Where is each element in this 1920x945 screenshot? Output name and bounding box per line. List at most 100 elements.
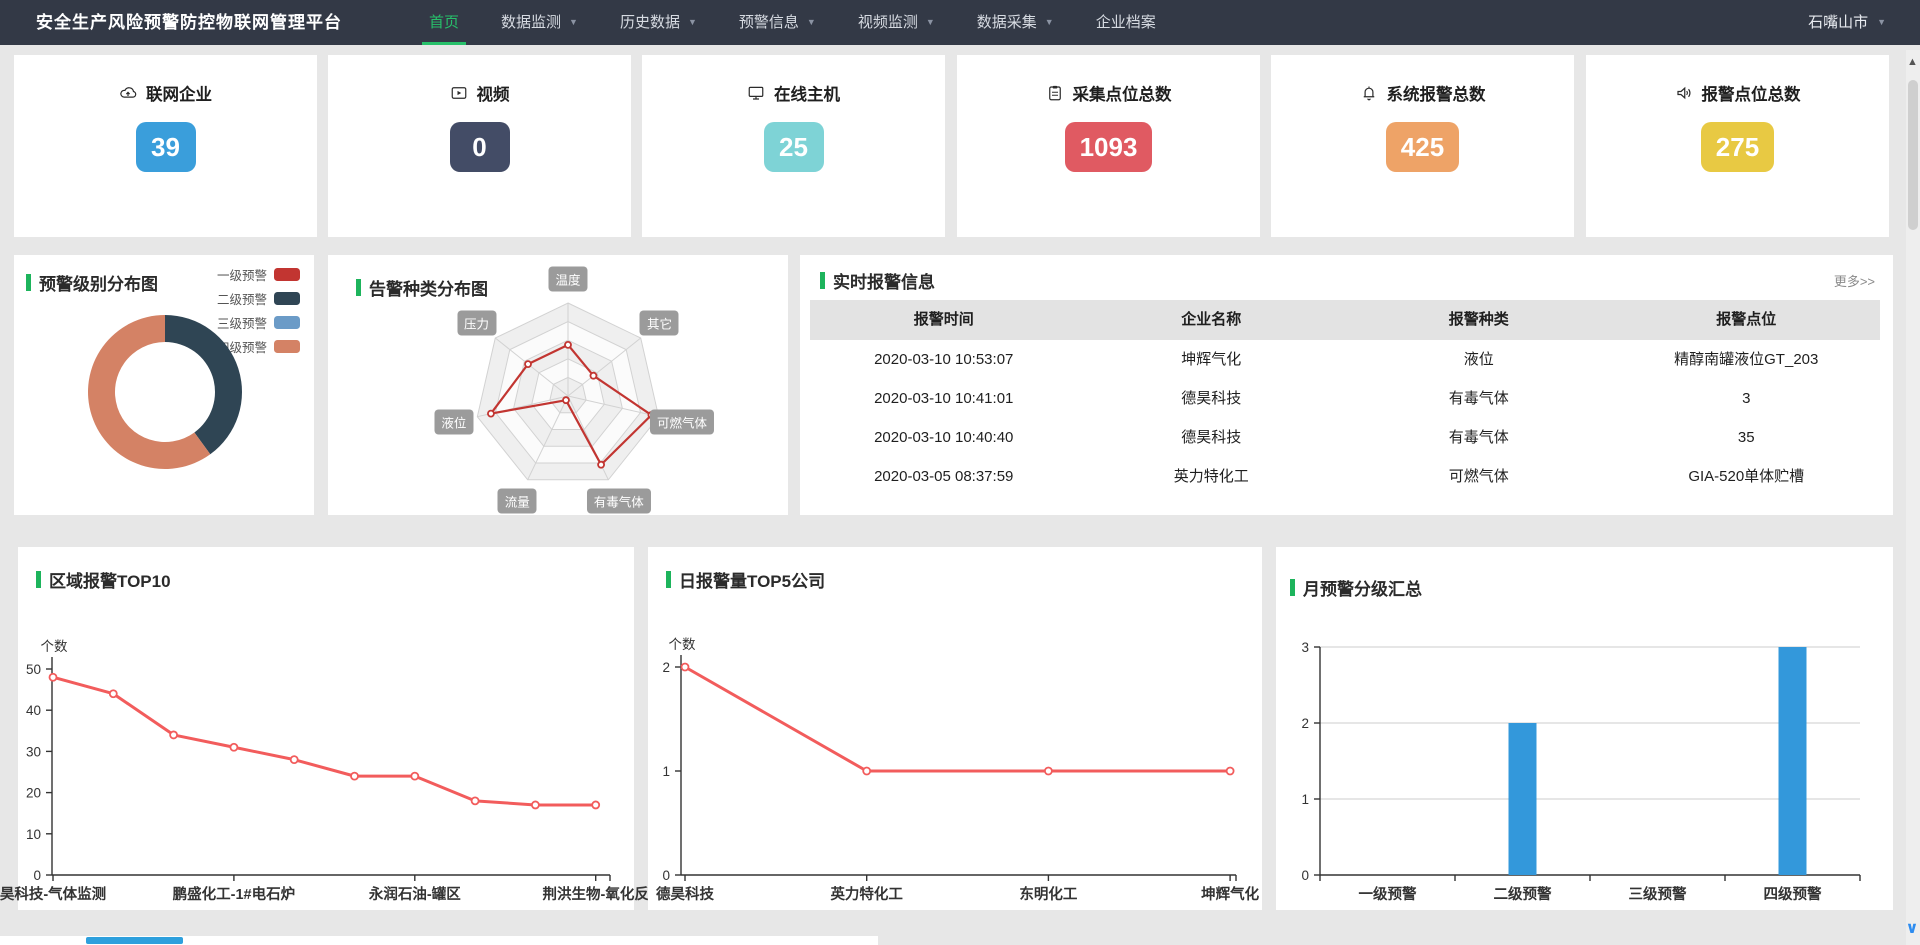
cell-alarm-point: 精醇南罐液位GT_203 <box>1613 340 1881 379</box>
chevron-down-icon: ▼ <box>1045 0 1054 45</box>
radar-axis-label: 温度 <box>548 267 587 292</box>
active-underline <box>422 42 466 45</box>
svg-text:一级预警: 一级预警 <box>1359 885 1417 903</box>
svg-text:二级预警: 二级预警 <box>1494 885 1552 903</box>
green-accent-bar <box>820 272 825 289</box>
nav-menu: 首页数据监测▼历史数据▼预警信息▼视频监测▼数据采集▼企业档案 <box>408 0 1177 45</box>
svg-text:50: 50 <box>26 662 41 677</box>
stat-label: 系统报警总数 <box>1387 81 1486 105</box>
chevron-down-icon: ▼ <box>1877 0 1886 45</box>
scrollbar-thumb[interactable] <box>1908 80 1918 230</box>
speaker-icon <box>1675 84 1693 102</box>
chevron-down-icon: ▼ <box>569 0 578 45</box>
svg-text:0: 0 <box>1301 868 1309 883</box>
cloud-icon <box>119 84 137 102</box>
nav-item-video-monitoring[interactable]: 视频监测▼ <box>837 0 956 45</box>
radar-axis-label: 有毒气体 <box>587 489 651 514</box>
svg-text:昊科技-气体监测: 昊科技-气体监测 <box>0 885 106 903</box>
svg-text:德昊科技: 德昊科技 <box>656 885 714 903</box>
nav-item-label: 企业档案 <box>1096 0 1156 45</box>
nav-item-home[interactable]: 首页 <box>408 0 480 45</box>
svg-text:3: 3 <box>1301 640 1309 655</box>
cell-alarm-type: 有毒气体 <box>1345 379 1613 418</box>
region-selector[interactable]: 石嘴山市 ▼ <box>1808 0 1886 45</box>
stat-card-header: 系统报警总数 <box>1360 81 1486 105</box>
chevron-down-icon: ▼ <box>688 0 697 45</box>
radar-axis-label: 压力 <box>457 311 496 336</box>
column-header: 报警时间 <box>810 300 1078 340</box>
bell-icon <box>1360 84 1378 102</box>
svg-text:个数: 个数 <box>41 639 68 654</box>
svg-text:2: 2 <box>662 660 670 675</box>
panel-realtime-alarms: 实时报警信息 更多>> 报警时间企业名称报警种类报警点位 2020-03-10 … <box>800 255 1893 515</box>
table-row[interactable]: 2020-03-10 10:53:07坤辉气化液位精醇南罐液位GT_203 <box>810 340 1880 379</box>
dashboard-page: 安全生产风险预警防控物联网管理平台 首页数据监测▼历史数据▼预警信息▼视频监测▼… <box>0 0 1920 945</box>
more-link[interactable]: 更多>> <box>1834 271 1875 290</box>
svg-text:英力特化工: 英力特化工 <box>830 885 903 903</box>
top-nav: 安全生产风险预警防控物联网管理平台 首页数据监测▼历史数据▼预警信息▼视频监测▼… <box>0 0 1920 45</box>
svg-text:0: 0 <box>662 868 670 883</box>
panel-alarm-type-distribution: 告警种类分布图 温度其它可燃气体有毒气体流量液位压力 <box>328 255 788 515</box>
column-header: 企业名称 <box>1078 300 1346 340</box>
monthly-alert-bar-chart: 0123一级预警二级预警三级预警四级预警 <box>1276 547 1893 910</box>
svg-text:四级预警: 四级预警 <box>1764 885 1822 903</box>
table-header-row: 报警时间企业名称报警种类报警点位 <box>810 300 1880 340</box>
nav-item-label: 历史数据 <box>620 0 680 45</box>
nav-item-enterprise-archive[interactable]: 企业档案 <box>1075 0 1177 45</box>
cell-alarm-point: 3 <box>1613 379 1881 418</box>
next-section-sliver <box>0 936 878 945</box>
panel-alert-level-distribution: 预警级别分布图 一级预警二级预警三级预警四级预警 <box>14 255 314 515</box>
table-row[interactable]: 2020-03-05 08:37:59英力特化工可燃气体GIA-520单体贮槽 <box>810 457 1880 496</box>
realtime-alarm-table: 报警时间企业名称报警种类报警点位 2020-03-10 10:53:07坤辉气化… <box>810 300 1880 496</box>
nav-item-label: 视频监测 <box>858 0 918 45</box>
cell-alarm-point: 35 <box>1613 418 1881 457</box>
nav-item-label: 数据监测 <box>501 0 561 45</box>
svg-text:鹏盛化工-1#电石炉: 鹏盛化工-1#电石炉 <box>173 885 295 903</box>
svg-text:1: 1 <box>1301 792 1309 807</box>
scroll-up-arrow-icon[interactable]: ▲ <box>1906 56 1919 68</box>
stat-card-header: 在线主机 <box>747 81 840 105</box>
cell-alarm-type: 可燃气体 <box>1345 457 1613 496</box>
stat-card-videos: 视频0 <box>328 55 631 237</box>
cell-alarm-point: GIA-520单体贮槽 <box>1613 457 1881 496</box>
nav-item-history-data[interactable]: 历史数据▼ <box>599 0 718 45</box>
svg-text:三级预警: 三级预警 <box>1629 885 1687 903</box>
region-label: 石嘴山市 <box>1808 0 1868 45</box>
panel-daily-alarm-top5: 日报警量TOP5公司 012个数德昊科技英力特化工东明化工坤辉气化 <box>648 547 1262 910</box>
table-row[interactable]: 2020-03-10 10:40:40德昊科技有毒气体35 <box>810 418 1880 457</box>
column-header: 报警种类 <box>1345 300 1613 340</box>
cell-alarm-type: 有毒气体 <box>1345 418 1613 457</box>
cell-alarm-time: 2020-03-05 08:37:59 <box>810 457 1078 496</box>
svg-text:东明化工: 东明化工 <box>1019 885 1077 903</box>
column-header: 报警点位 <box>1613 300 1881 340</box>
panel-monthly-alert-summary: 月预警分级汇总 0123一级预警二级预警三级预警四级预警 <box>1276 547 1893 910</box>
svg-text:永润石油-罐区: 永润石油-罐区 <box>368 885 461 903</box>
stat-card-header: 采集点位总数 <box>1046 81 1172 105</box>
stat-card-system-alarms-total: 系统报警总数425 <box>1271 55 1574 237</box>
nav-item-data-monitoring[interactable]: 数据监测▼ <box>480 0 599 45</box>
nav-item-label: 数据采集 <box>977 0 1037 45</box>
svg-text:10: 10 <box>26 827 41 842</box>
stat-card-online-hosts: 在线主机25 <box>642 55 945 237</box>
stat-card-alarm-points-total: 报警点位总数275 <box>1586 55 1889 237</box>
svg-text:坤辉气化: 坤辉气化 <box>1201 885 1259 903</box>
stat-card-collection-points-total: 采集点位总数1093 <box>957 55 1260 237</box>
nav-item-label: 首页 <box>429 0 459 45</box>
stat-label: 联网企业 <box>146 81 212 105</box>
alert-level-donut-chart <box>14 255 314 515</box>
table-row[interactable]: 2020-03-10 10:41:01德昊科技有毒气体3 <box>810 379 1880 418</box>
video-icon <box>450 84 468 102</box>
nav-item-data-collection[interactable]: 数据采集▼ <box>956 0 1075 45</box>
svg-text:40: 40 <box>26 703 41 718</box>
panel-title: 实时报警信息 <box>820 268 935 293</box>
scroll-down-chevron-icon[interactable]: ∨ <box>1905 918 1919 938</box>
monitor-icon <box>747 84 765 102</box>
stat-label: 采集点位总数 <box>1073 81 1172 105</box>
table-body: 2020-03-10 10:53:07坤辉气化液位精醇南罐液位GT_203202… <box>810 340 1880 496</box>
svg-text:0: 0 <box>33 868 41 883</box>
stat-card-header: 联网企业 <box>119 81 212 105</box>
cell-alarm-time: 2020-03-10 10:41:01 <box>810 379 1078 418</box>
radar-axis-label: 流量 <box>498 489 537 514</box>
stat-card-online-enterprises: 联网企业39 <box>14 55 317 237</box>
nav-item-alert-info[interactable]: 预警信息▼ <box>718 0 837 45</box>
